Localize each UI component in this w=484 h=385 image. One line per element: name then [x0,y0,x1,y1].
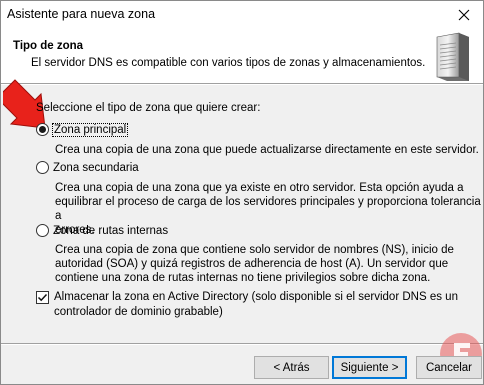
header-divider-highlight [1,84,483,85]
footer-divider-highlight [1,344,483,345]
store-in-ad-label[interactable]: Almacenar la zona en Active Directory (s… [54,290,458,320]
store-in-ad-option[interactable]: Almacenar la zona en Active Directory (s… [36,290,458,320]
checkbox-label-line: Almacenar la zona en Active Directory (s… [54,291,458,303]
page-title: Tipo de zona [13,40,84,52]
radio-stub-zone[interactable] [36,224,49,237]
page-subtitle: El servidor DNS es compatible con varios… [31,57,426,69]
stub-zone-description: Crea una copia de zona que contiene solo… [55,243,454,285]
wizard-window: Asistente para nueva zona Tipo de zona E… [0,0,484,385]
close-icon [458,9,470,21]
description-line: contiene una zona de rutas internas no t… [55,272,431,284]
checkbox-label-line: controlador de dominio grabable) [54,306,223,318]
radio-option-stub-zone[interactable]: Zona de rutas internas [36,224,168,237]
next-button[interactable]: Siguiente > [332,356,407,379]
checkmark-icon [37,293,48,302]
radio-primary-zone[interactable] [36,123,49,136]
window-title: Asistente para nueva zona [7,7,156,21]
server-icon [436,32,469,81]
title-bar: Asistente para nueva zona [1,1,483,29]
radio-option-primary-zone[interactable]: Zona principal [36,122,129,137]
description-line: equilibrar el proceso de carga de los se… [55,196,481,222]
store-in-ad-checkbox[interactable] [36,291,49,304]
radio-option-secondary-zone[interactable]: Zona secundaria [36,161,139,174]
description-line: Crea una copia de zona que contiene solo… [55,244,454,256]
cancel-button[interactable]: Cancelar [416,356,482,379]
radio-label-stub-zone[interactable]: Zona de rutas internas [53,225,168,237]
radio-label-primary-zone[interactable]: Zona principal [51,122,129,137]
radio-label-secondary-zone[interactable]: Zona secundaria [53,162,139,174]
primary-zone-description: Crea una copia de una zona que puede act… [55,143,479,157]
description-line: autoridad (SOA) y quizá registros de adh… [55,258,449,270]
description-line: Crea una copia de una zona que ya existe… [55,182,464,194]
close-button[interactable] [449,3,479,27]
zone-type-prompt: Seleccione el tipo de zona que quiere cr… [36,102,261,114]
wizard-header: Tipo de zona El servidor DNS es compatib… [1,29,483,83]
radio-secondary-zone[interactable] [36,161,49,174]
description-line: Crea una copia de una zona que puede act… [55,144,479,156]
back-button[interactable]: < Atrás [254,356,329,379]
